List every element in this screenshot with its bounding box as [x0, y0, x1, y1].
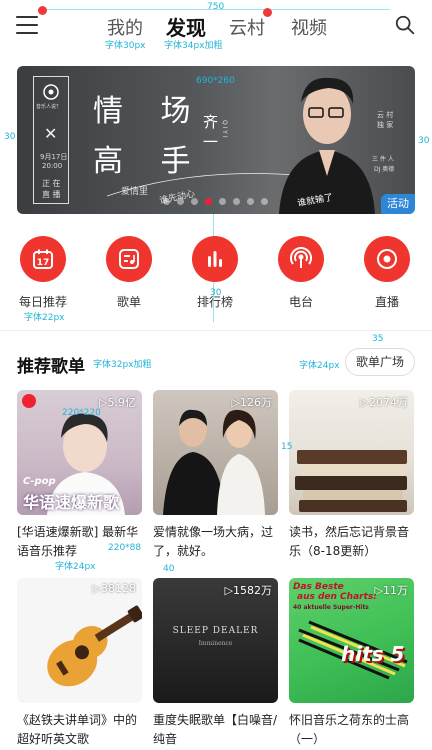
icon-charts[interactable]: 排行榜	[185, 236, 245, 310]
tab-video[interactable]: 视频	[291, 14, 327, 40]
playlist-cover: ▷38128	[17, 578, 142, 703]
icon-daily-recommend[interactable]: 17 每日推荐	[13, 236, 73, 310]
play-count: ▷2074万	[360, 396, 408, 409]
calendar-icon: 17	[20, 236, 66, 282]
annotation-section-font: 字体32px加粗	[93, 360, 152, 370]
banner-right-1: 云 村	[377, 111, 394, 119]
search-icon[interactable]	[394, 14, 416, 36]
banner-cross: ✕	[44, 124, 58, 143]
annotation-side-right: 30	[418, 136, 430, 146]
top-nav-bar: 我的 发现 云村 视频	[0, 0, 432, 52]
annotation-icon-font: 字体22px	[24, 313, 65, 323]
annotation-banner-size: 690*260	[196, 76, 235, 86]
playlist-cover: ▷1582万 SLEEP DEALER Imminence	[153, 578, 278, 703]
annotation-side-left: 30	[4, 132, 16, 142]
banner-headline-1: 情 场	[93, 94, 205, 129]
banner-logo-icon	[43, 84, 59, 100]
playlist-title: 重度失眠歌单【白噪音/纯音	[153, 713, 278, 746]
banner-date: 9月17日	[40, 153, 68, 161]
tab-village[interactable]: 云村	[229, 14, 265, 40]
playlist-cover: ▷126万	[153, 390, 278, 515]
annotation-gap40: 40	[163, 564, 175, 574]
radio-icon	[278, 236, 324, 282]
icon-label: 直播	[374, 295, 399, 309]
playlist-card[interactable]: ▷126万 爱情就像一场大病，过了，就好。	[153, 390, 278, 561]
live-icon	[364, 236, 410, 282]
annotation-title-font: 字体24px	[55, 562, 96, 572]
banner-dot[interactable]	[177, 198, 184, 205]
banner-live-1: 正 在	[42, 179, 61, 188]
banner-dot[interactable]	[163, 198, 170, 205]
annotation-gap15: 15	[281, 442, 293, 452]
banner-right-2: 独 家	[377, 121, 394, 129]
playlist-title: [华语速爆新歌] 最新华语音乐推荐	[17, 525, 139, 558]
banner-dot[interactable]	[261, 198, 268, 205]
icon-playlist[interactable]: 歌单	[99, 236, 159, 310]
annotation-plaza-font: 字体24px	[299, 361, 340, 371]
banner-dot[interactable]	[219, 198, 226, 205]
banner-tag: 活动	[381, 194, 415, 214]
menu-icon[interactable]	[16, 16, 38, 34]
cover-stripes	[298, 620, 408, 680]
play-count: ▷38128	[92, 582, 136, 595]
play-count: ▷5.9亿	[99, 396, 136, 409]
banner-artist: 齐 一	[203, 113, 221, 151]
cover-text: hits 5	[341, 642, 405, 666]
cover-text: C-pop	[23, 476, 56, 487]
banner-dot[interactable]	[247, 198, 254, 205]
playlist-title: 《赵铁夫讲单词》中的超好听英文歌	[17, 713, 138, 746]
icon-radio[interactable]: 电台	[271, 236, 331, 310]
banner-live-2: 直 播	[42, 190, 61, 199]
banner-dot-active[interactable]	[205, 198, 212, 205]
banner-right-4: DJ 奥德	[374, 166, 395, 173]
playlist-icon	[106, 236, 152, 282]
playlist-card[interactable]: ▷1582万 SLEEP DEALER Imminence 重度失眠歌单【白噪音…	[153, 578, 278, 749]
playlist-card[interactable]: ▷2074万 读书，然后忘记背景音乐（8-18更新）	[289, 390, 414, 561]
cover-guitar	[47, 605, 142, 687]
icon-live[interactable]: 直播	[357, 236, 417, 310]
playlist-cover: ▷11万 Das Beste aus den Charts: 40 aktuel…	[289, 578, 414, 703]
cover-text: 华语速爆新歌	[23, 493, 120, 512]
playlist-title: 爱情就像一场大病，过了，就好。	[153, 525, 274, 558]
svg-text:17: 17	[37, 258, 50, 268]
play-count: ▷1582万	[224, 584, 272, 597]
playlist-card[interactable]: ▷38128 《赵铁夫讲单词》中的超好听英文歌	[17, 578, 142, 749]
annotation-cover-size: 220*220	[62, 408, 101, 418]
playlist-plaza-button[interactable]: 歌单广场	[344, 348, 415, 376]
tab-discover[interactable]: 发现	[166, 12, 206, 41]
icon-label: 电台	[288, 295, 313, 309]
icon-label: 歌单	[116, 295, 141, 309]
play-count: ▷126万	[231, 396, 272, 409]
playlist-card[interactable]: ▷11万 Das Beste aus den Charts: 40 aktuel…	[289, 578, 414, 749]
annotation-gap35: 35	[372, 334, 384, 344]
playlist-title: 怀旧音乐之荷东的士高（一）	[289, 713, 410, 746]
banner-dot[interactable]	[191, 198, 198, 205]
charts-icon	[192, 236, 238, 282]
playlist-title: 读书，然后忘记背景音乐（8-18更新）	[289, 525, 410, 558]
cover-text: Imminence	[198, 640, 233, 647]
annotation-cover-size-2: 220*88	[108, 543, 142, 553]
banner-dot[interactable]	[233, 198, 240, 205]
tab-mine[interactable]: 我的	[107, 14, 143, 40]
banner-right-3: 三 件 人	[372, 156, 394, 163]
banner-time: 20:00	[42, 162, 63, 170]
section-divider	[0, 330, 432, 331]
banner-logo-text: 音乐人说？	[36, 104, 62, 110]
annotation-gap30: 30	[210, 288, 222, 298]
cover-text: SLEEP DEALER	[172, 626, 259, 636]
banner-artist-en: Q I Y I	[221, 120, 228, 138]
playlist-cover: ▷2074万	[289, 390, 414, 515]
section-title: 推荐歌单	[17, 357, 85, 377]
promo-banner[interactable]: 音乐人说？ ✕ 9月17日 20:00 正 在 直 播 情 场 高 手 齐 一 …	[17, 66, 415, 214]
cover-brand-icon	[22, 394, 36, 408]
icon-label: 每日推荐	[18, 295, 67, 309]
